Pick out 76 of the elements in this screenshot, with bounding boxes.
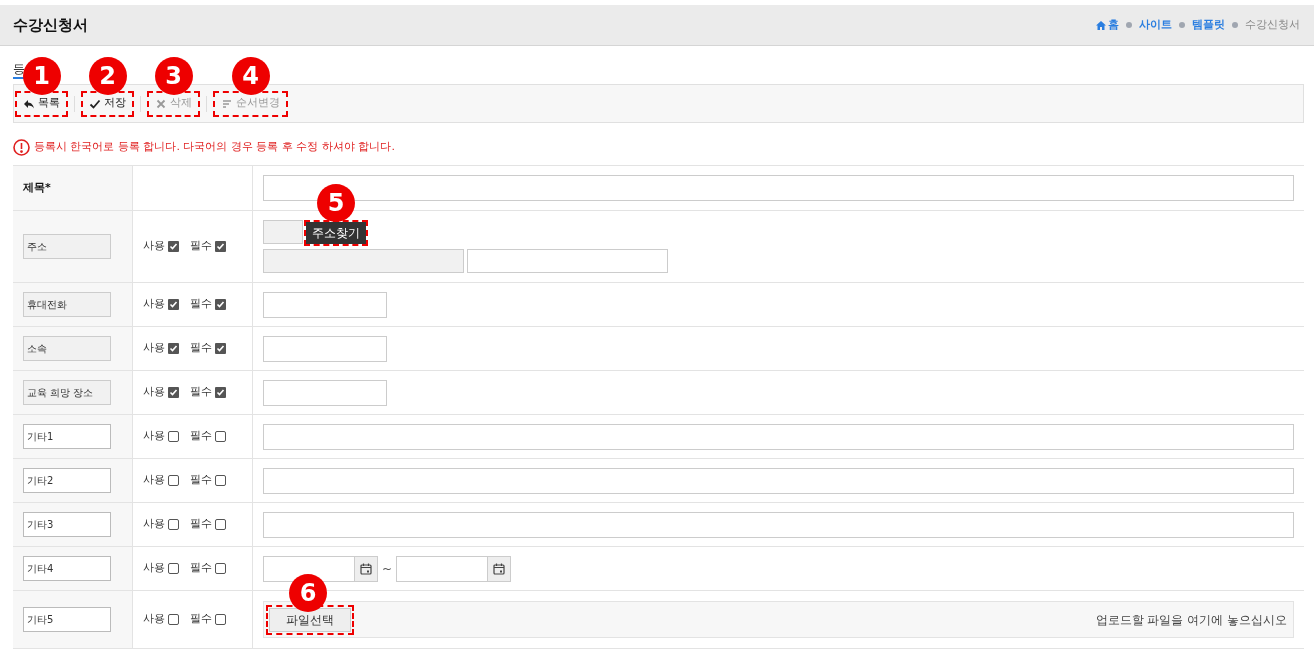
- label-field[interactable]: 기타2: [23, 468, 111, 493]
- bullet-icon: [1232, 22, 1238, 28]
- address-search-button[interactable]: 주소찾기: [306, 222, 366, 244]
- checkbox[interactable]: [215, 387, 226, 398]
- input-field[interactable]: [263, 511, 1294, 538]
- input-field[interactable]: [263, 335, 387, 362]
- bullet-icon: [1126, 22, 1132, 28]
- date-field[interactable]: [396, 555, 512, 582]
- postcode-field[interactable]: [263, 220, 303, 244]
- check-icon: [89, 97, 101, 110]
- required-label: 필수: [190, 340, 212, 357]
- required-label: 필수: [190, 238, 212, 255]
- step-marker: 2: [88, 56, 127, 95]
- step-marker: 3: [154, 56, 193, 95]
- checkbox[interactable]: [168, 519, 179, 530]
- drop-hint: 업로드할 파일을 여기에 놓으십시오: [1095, 611, 1287, 629]
- required-label: 필수: [190, 560, 212, 577]
- use-label: 사용: [143, 238, 165, 255]
- address-detail-field[interactable]: [467, 249, 668, 273]
- close-icon: [155, 97, 167, 110]
- label-field[interactable]: 기타3: [23, 512, 111, 537]
- checkbox[interactable]: [215, 519, 226, 530]
- field-label: 제목*: [23, 179, 51, 196]
- required-label: 필수: [190, 296, 212, 313]
- checkbox[interactable]: [168, 343, 179, 354]
- checkbox[interactable]: [215, 299, 226, 310]
- checkbox[interactable]: [215, 241, 226, 252]
- checkbox[interactable]: [215, 475, 226, 486]
- use-label: 사용: [143, 384, 165, 401]
- use-label: 사용: [143, 428, 165, 445]
- checkbox[interactable]: [168, 614, 179, 625]
- file-select-button[interactable]: 파일선택: [269, 608, 351, 632]
- required-label: 필수: [190, 428, 212, 445]
- use-label: 사용: [143, 340, 165, 357]
- checkbox[interactable]: [168, 563, 179, 574]
- checkbox[interactable]: [168, 475, 179, 486]
- required-label: 필수: [190, 516, 212, 533]
- notice-text: 등록시 한국어로 등록 합니다. 다국어의 경우 등록 후 수정 하셔야 합니다.: [34, 138, 395, 155]
- use-label: 사용: [143, 472, 165, 489]
- calendar-icon: [360, 562, 372, 575]
- label-field[interactable]: 기타1: [23, 424, 111, 449]
- range-separator: ~: [382, 560, 393, 578]
- use-label: 사용: [143, 296, 165, 313]
- use-label: 사용: [143, 611, 165, 628]
- input-field[interactable]: [263, 291, 387, 318]
- checkbox[interactable]: [168, 387, 179, 398]
- sort-icon: [221, 97, 233, 110]
- step-marker: 4: [231, 56, 270, 95]
- checkbox[interactable]: [215, 343, 226, 354]
- checkbox[interactable]: [168, 299, 179, 310]
- home-icon: [1096, 20, 1106, 30]
- use-label: 사용: [143, 516, 165, 533]
- page-title: 수강신청서: [13, 14, 88, 36]
- breadcrumb-current: 수강신청서: [1245, 16, 1300, 33]
- checkbox[interactable]: [168, 431, 179, 442]
- bullet-icon: [1179, 22, 1185, 28]
- required-label: 필수: [190, 611, 212, 628]
- use-label: 사용: [143, 560, 165, 577]
- input-field[interactable]: [263, 423, 1294, 450]
- required-label: 필수: [190, 384, 212, 401]
- required-label: 필수: [190, 472, 212, 489]
- checkbox[interactable]: [215, 614, 226, 625]
- address-field[interactable]: [263, 249, 464, 273]
- calendar-icon: [493, 562, 506, 575]
- date-field[interactable]: [263, 555, 378, 582]
- checkbox[interactable]: [215, 431, 226, 442]
- input-field[interactable]: [263, 467, 1294, 494]
- checkbox[interactable]: [168, 241, 179, 252]
- label-field[interactable]: 기타5: [23, 607, 111, 632]
- input-field[interactable]: [263, 379, 387, 406]
- file-drop-area[interactable]: 파일선택 업로드할 파일을 여기에 놓으십시오: [263, 601, 1294, 638]
- checkbox[interactable]: [215, 563, 226, 574]
- label-field[interactable]: 기타4: [23, 556, 111, 581]
- toolbar-button[interactable]: 목록: [17, 92, 66, 115]
- toolbar-button[interactable]: 저장: [83, 92, 132, 115]
- warning-icon: [13, 138, 30, 156]
